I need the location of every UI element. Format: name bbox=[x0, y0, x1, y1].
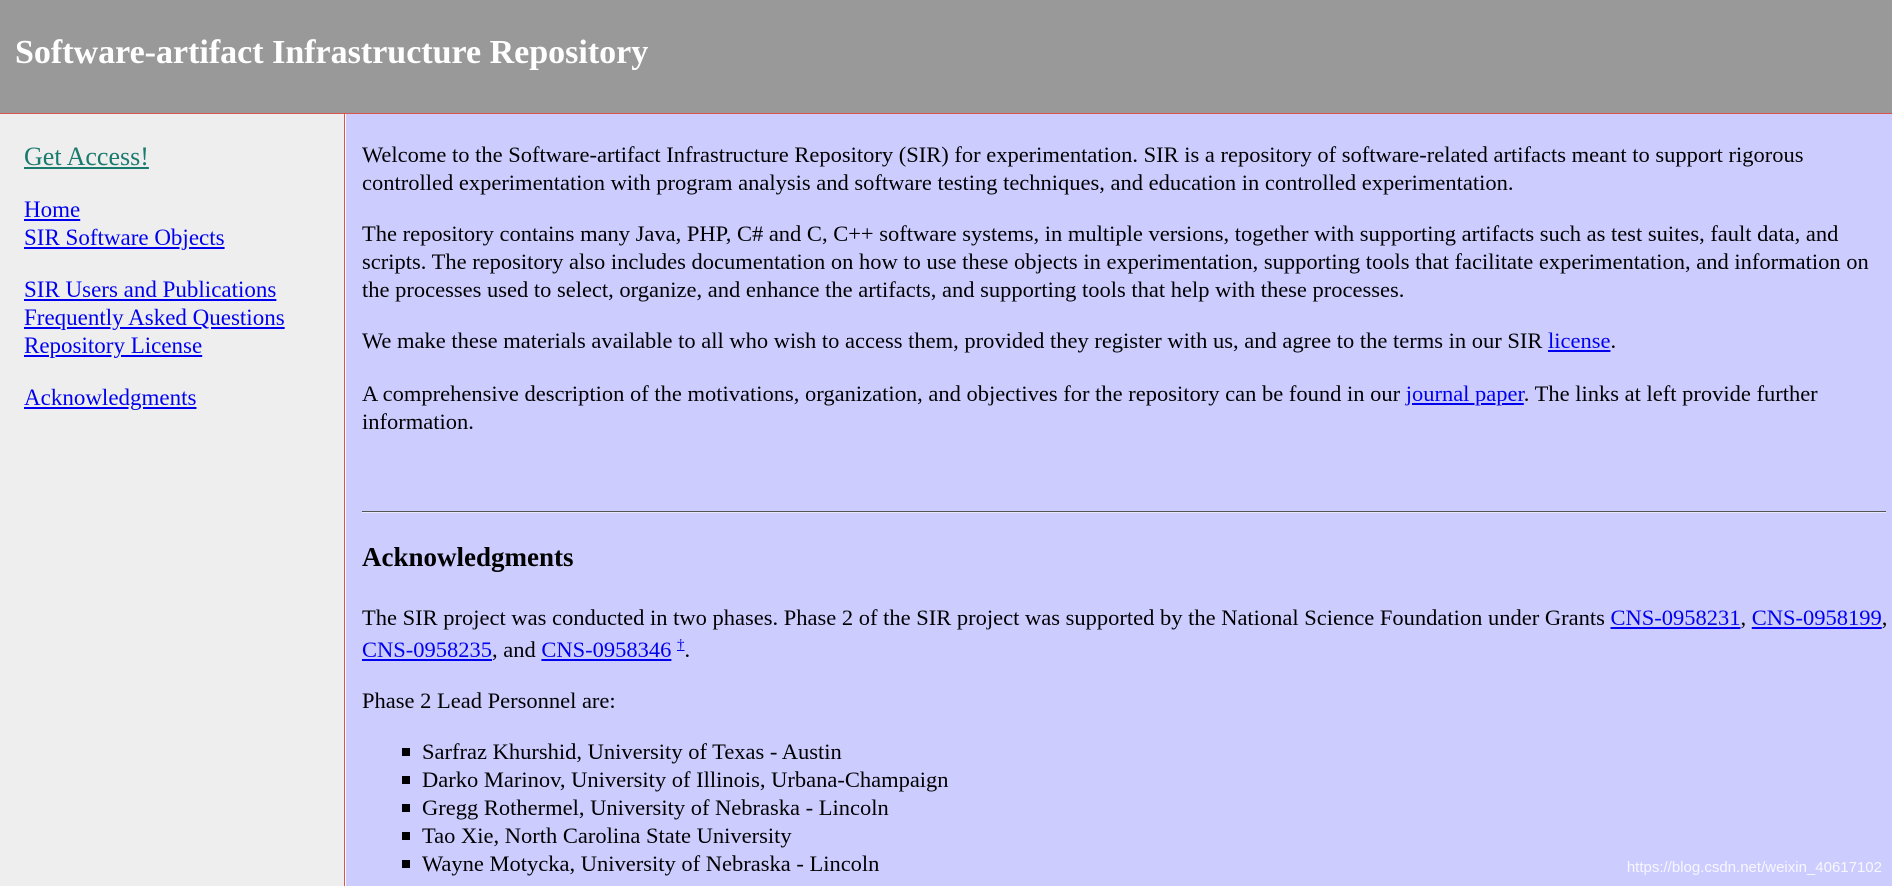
list-item: Gregg Rothermel, University of Nebraska … bbox=[362, 794, 949, 822]
watermark: https://blog.csdn.net/weixin_40617102 bbox=[1626, 859, 1882, 876]
sidebar-item-license[interactable]: Repository License bbox=[24, 333, 202, 359]
personnel-name: Tao Xie, North Carolina State University bbox=[422, 823, 792, 848]
separator: , and bbox=[492, 637, 542, 662]
main-content: Welcome to the Software-artifact Infrast… bbox=[346, 114, 1892, 886]
personnel-name: Wayne Motycka, University of Nebraska - … bbox=[422, 851, 880, 876]
personnel-name: Sarfraz Khurshid, University of Texas - … bbox=[422, 739, 842, 764]
description-paragraph: A comprehensive description of the motiv… bbox=[362, 380, 1892, 436]
grant-link-0958346[interactable]: CNS-0958346 bbox=[541, 637, 671, 662]
acknowledgments-paragraph: The SIR project was conducted in two pha… bbox=[362, 602, 1892, 666]
sidebar-item-home[interactable]: Home bbox=[24, 197, 80, 223]
personnel-name: Darko Marinov, University of Illinois, U… bbox=[422, 767, 949, 792]
access-paragraph: We make these materials available to all… bbox=[362, 327, 1892, 355]
site-title: Software-artifact Infrastructure Reposit… bbox=[15, 34, 649, 71]
sidebar-item-acknowledgments[interactable]: Acknowledgments bbox=[24, 385, 196, 411]
bullet-icon bbox=[402, 832, 410, 840]
separator: , bbox=[1740, 605, 1752, 630]
repository-paragraph: The repository contains many Java, PHP, … bbox=[362, 221, 1869, 302]
header: Software-artifact Infrastructure Reposit… bbox=[0, 0, 1892, 114]
access-text: We make these materials available to all… bbox=[362, 328, 1548, 353]
bullet-icon bbox=[402, 860, 410, 868]
sidebar-item-faq[interactable]: Frequently Asked Questions bbox=[24, 305, 285, 331]
personnel-name: Gregg Rothermel, University of Nebraska … bbox=[422, 795, 889, 820]
dagger-footnote-link[interactable]: † bbox=[677, 637, 685, 653]
description-text: A comprehensive description of the motiv… bbox=[362, 381, 1406, 406]
ack-text: The SIR project was conducted in two pha… bbox=[362, 605, 1611, 630]
grant-link-0958235[interactable]: CNS-0958235 bbox=[362, 637, 492, 662]
acknowledgments-heading: Acknowledgments bbox=[362, 542, 574, 572]
list-item: Tao Xie, North Carolina State University bbox=[362, 822, 949, 850]
access-text-end: . bbox=[1610, 328, 1617, 353]
journal-paper-link[interactable]: journal paper bbox=[1406, 381, 1524, 406]
sidebar: Get Access! Home SIR Software Objects SI… bbox=[0, 114, 345, 886]
grant-link-0958231[interactable]: CNS-0958231 bbox=[1610, 605, 1740, 630]
bullet-icon bbox=[402, 776, 410, 784]
list-item: Darko Marinov, University of Illinois, U… bbox=[362, 766, 949, 794]
list-item: Wayne Motycka, University of Nebraska - … bbox=[362, 850, 949, 878]
get-access-link[interactable]: Get Access! bbox=[24, 142, 149, 172]
list-item: Sarfraz Khurshid, University of Texas - … bbox=[362, 738, 949, 766]
ack-end: . bbox=[684, 637, 691, 662]
grant-link-0958199[interactable]: CNS-0958199 bbox=[1752, 605, 1882, 630]
horizontal-rule bbox=[362, 511, 1886, 513]
personnel-label: Phase 2 Lead Personnel are: bbox=[362, 688, 616, 713]
bullet-icon bbox=[402, 748, 410, 756]
sidebar-item-users-publications[interactable]: SIR Users and Publications bbox=[24, 277, 276, 303]
intro-paragraph: Welcome to the Software-artifact Infrast… bbox=[362, 142, 1804, 195]
license-link[interactable]: license bbox=[1548, 328, 1610, 353]
sidebar-item-software-objects[interactable]: SIR Software Objects bbox=[24, 225, 225, 251]
personnel-list: Sarfraz Khurshid, University of Texas - … bbox=[362, 738, 949, 878]
bullet-icon bbox=[402, 804, 410, 812]
separator: , bbox=[1881, 605, 1888, 630]
